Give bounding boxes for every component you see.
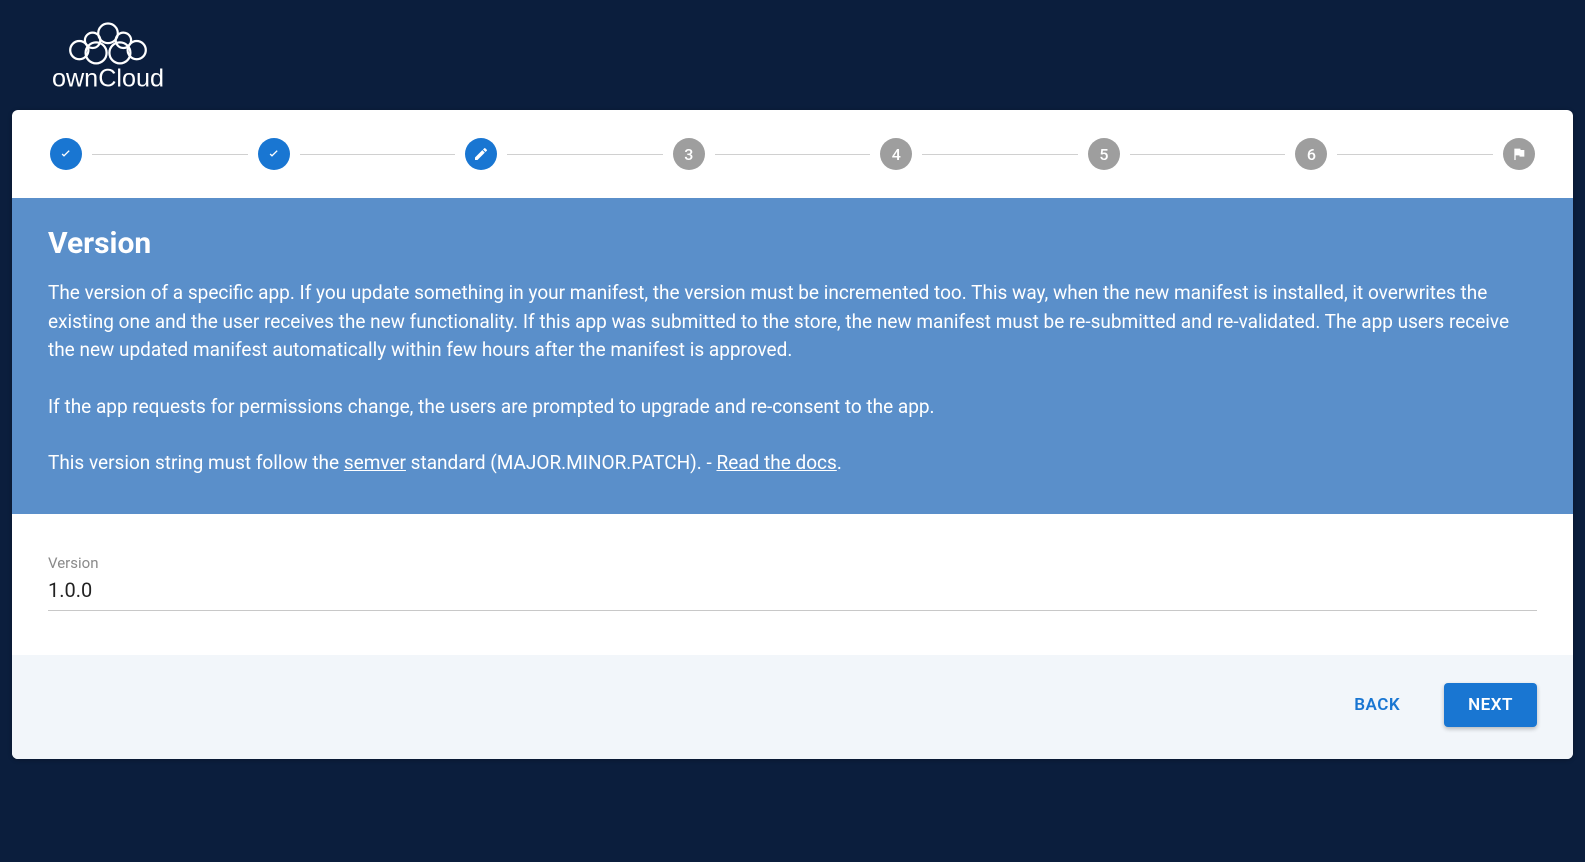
panel-semver-line: This version string must follow the semv…: [48, 449, 1537, 478]
step-7[interactable]: 6: [1295, 138, 1327, 170]
step-connector: [715, 154, 871, 155]
step-connector: [922, 154, 1078, 155]
logo-text: ownCloud: [52, 65, 164, 93]
docs-link[interactable]: Read the docs: [716, 451, 836, 474]
panel-permissions-note: If the app requests for permissions chan…: [48, 393, 1537, 422]
step-number: 3: [684, 145, 693, 164]
step-connector: [300, 154, 456, 155]
page-header: ownCloud: [10, 10, 1575, 100]
form-area: Version: [12, 514, 1573, 655]
step-number: 6: [1307, 145, 1316, 164]
step-3-current[interactable]: [465, 138, 497, 170]
panel-description: The version of a specific app. If you up…: [48, 279, 1537, 365]
step-1[interactable]: [50, 138, 82, 170]
semver-link[interactable]: semver: [344, 451, 406, 474]
step-connector: [507, 154, 663, 155]
step-finish[interactable]: [1503, 138, 1535, 170]
flag-icon: [1511, 146, 1527, 162]
step-6[interactable]: 5: [1088, 138, 1120, 170]
version-label: Version: [48, 554, 1537, 572]
wizard-card: 3 4 5 6 Version The version of a specifi…: [12, 110, 1573, 759]
info-panel: Version The version of a specific app. I…: [12, 198, 1573, 514]
step-connector: [1337, 154, 1493, 155]
owncloud-logo-icon: ownCloud: [38, 16, 178, 94]
semver-suffix: .: [837, 451, 842, 474]
semver-prefix: This version string must follow the: [48, 451, 344, 474]
semver-mid: standard (MAJOR.MINOR.PATCH). -: [406, 451, 717, 474]
back-button[interactable]: BACK: [1330, 683, 1424, 727]
step-4[interactable]: 3: [673, 138, 705, 170]
step-5[interactable]: 4: [880, 138, 912, 170]
check-icon: [266, 146, 282, 162]
wizard-footer: BACK NEXT: [12, 655, 1573, 759]
stepper: 3 4 5 6: [12, 110, 1573, 198]
panel-title: Version: [48, 226, 1537, 261]
check-icon: [58, 146, 74, 162]
step-connector: [1130, 154, 1286, 155]
next-button[interactable]: NEXT: [1444, 683, 1537, 727]
step-connector: [92, 154, 248, 155]
step-2[interactable]: [258, 138, 290, 170]
version-input[interactable]: [48, 574, 1537, 611]
step-number: 4: [892, 145, 901, 164]
step-number: 5: [1099, 145, 1108, 164]
owncloud-logo: ownCloud: [38, 16, 178, 94]
pencil-icon: [473, 146, 489, 162]
